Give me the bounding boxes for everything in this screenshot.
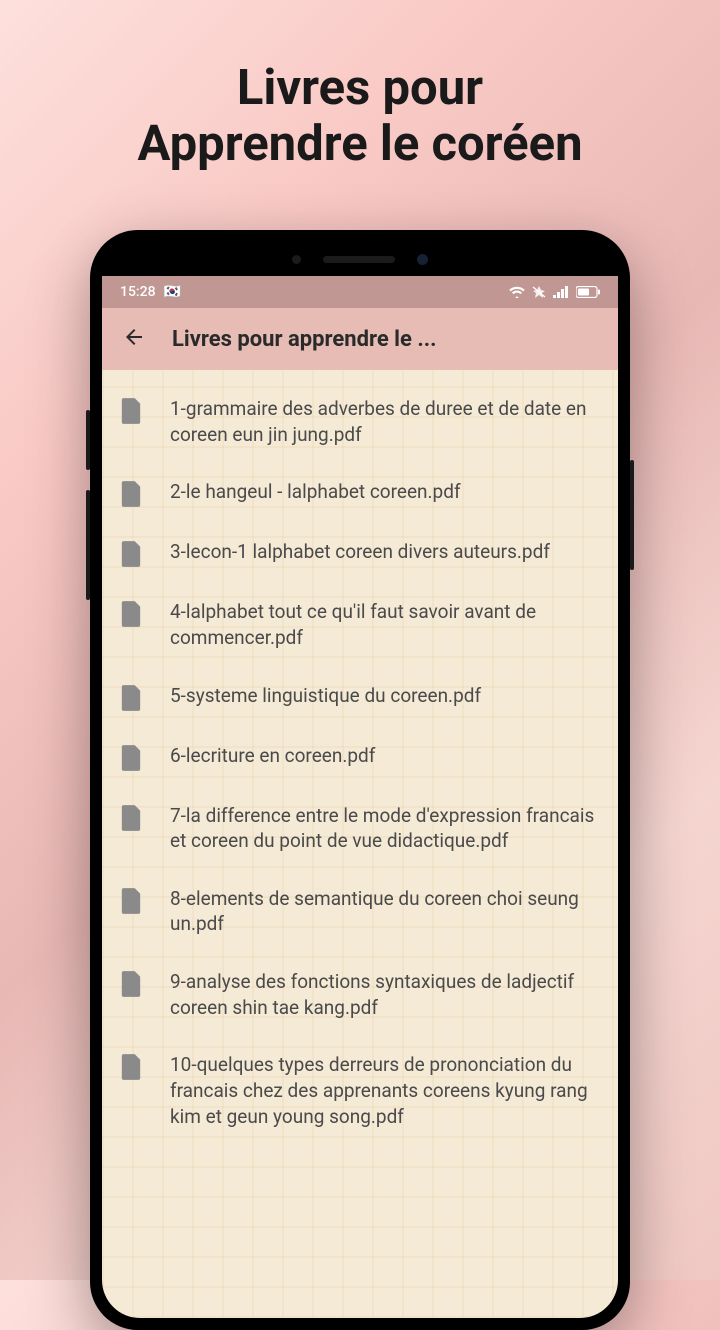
file-name: 3-lecon-1 lalphabet coreen divers auteur… — [170, 539, 550, 565]
file-name: 6-lecriture en coreen.pdf — [170, 743, 375, 769]
file-name: 2-le hangeul - lalphabet coreen.pdf — [170, 479, 461, 505]
file-icon — [120, 745, 142, 771]
list-item[interactable]: 5-systeme linguistique du coreen.pdf — [102, 667, 618, 727]
file-icon — [120, 601, 142, 627]
phone-button — [86, 490, 90, 600]
phone-inner: 15:28 🇰🇷 — [102, 242, 618, 1318]
phone-notch — [102, 242, 618, 276]
back-button[interactable] — [116, 321, 152, 358]
wifi-icon — [509, 286, 525, 298]
promo-title: Livres pour Apprendre le coréen — [0, 0, 720, 173]
file-name: 10-quelques types derreurs de prononciat… — [170, 1052, 596, 1129]
page-title: Livres pour apprendre le ... — [172, 327, 604, 352]
list-item[interactable]: 8-elements de semantique du coreen choi … — [102, 870, 618, 953]
list-item[interactable]: 2-le hangeul - lalphabet coreen.pdf — [102, 463, 618, 523]
file-list[interactable]: 1-grammaire des adverbes de duree et de … — [102, 370, 618, 1318]
phone-button — [630, 460, 634, 570]
file-name: 8-elements de semantique du coreen choi … — [170, 886, 596, 937]
promo-line-1: Livres pour — [20, 60, 700, 116]
file-name: 9-analyse des fonctions syntaxiques de l… — [170, 969, 596, 1020]
file-name: 1-grammaire des adverbes de duree et de … — [170, 396, 596, 447]
list-item[interactable]: 10-quelques types derreurs de prononciat… — [102, 1036, 618, 1145]
arrow-left-icon — [122, 325, 146, 349]
list-item[interactable]: 7-la difference entre le mode d'expressi… — [102, 787, 618, 870]
file-icon — [120, 805, 142, 831]
file-icon — [120, 481, 142, 507]
file-icon — [120, 1054, 142, 1080]
file-icon — [120, 888, 142, 914]
battery-icon — [576, 286, 600, 298]
phone-sensor — [292, 255, 301, 264]
phone-button — [86, 410, 90, 470]
file-icon — [120, 685, 142, 711]
status-app-indicator: 🇰🇷 — [164, 284, 181, 300]
signal-icon — [553, 286, 569, 298]
file-name: 7-la difference entre le mode d'expressi… — [170, 803, 596, 854]
file-name: 4-lalphabet tout ce qu'il faut savoir av… — [170, 599, 596, 650]
status-time: 15:28 — [120, 284, 156, 300]
app-bar: Livres pour apprendre le ... — [102, 308, 618, 370]
status-right — [509, 286, 600, 298]
phone-frame: 15:28 🇰🇷 — [90, 230, 630, 1330]
status-left: 15:28 🇰🇷 — [120, 284, 181, 300]
file-icon — [120, 971, 142, 997]
file-icon — [120, 398, 142, 424]
list-item[interactable]: 1-grammaire des adverbes de duree et de … — [102, 380, 618, 463]
phone-speaker — [323, 256, 395, 263]
promo-line-2: Apprendre le coréen — [20, 116, 700, 172]
list-item[interactable]: 6-lecriture en coreen.pdf — [102, 727, 618, 787]
list-item[interactable]: 9-analyse des fonctions syntaxiques de l… — [102, 953, 618, 1036]
list-item[interactable]: 3-lecon-1 lalphabet coreen divers auteur… — [102, 523, 618, 583]
phone-camera — [417, 254, 428, 265]
file-name: 5-systeme linguistique du coreen.pdf — [170, 683, 481, 709]
status-bar: 15:28 🇰🇷 — [102, 276, 618, 308]
file-icon — [120, 541, 142, 567]
airplane-off-icon — [532, 286, 546, 298]
screen: 15:28 🇰🇷 — [102, 276, 618, 1318]
list-item[interactable]: 4-lalphabet tout ce qu'il faut savoir av… — [102, 583, 618, 666]
